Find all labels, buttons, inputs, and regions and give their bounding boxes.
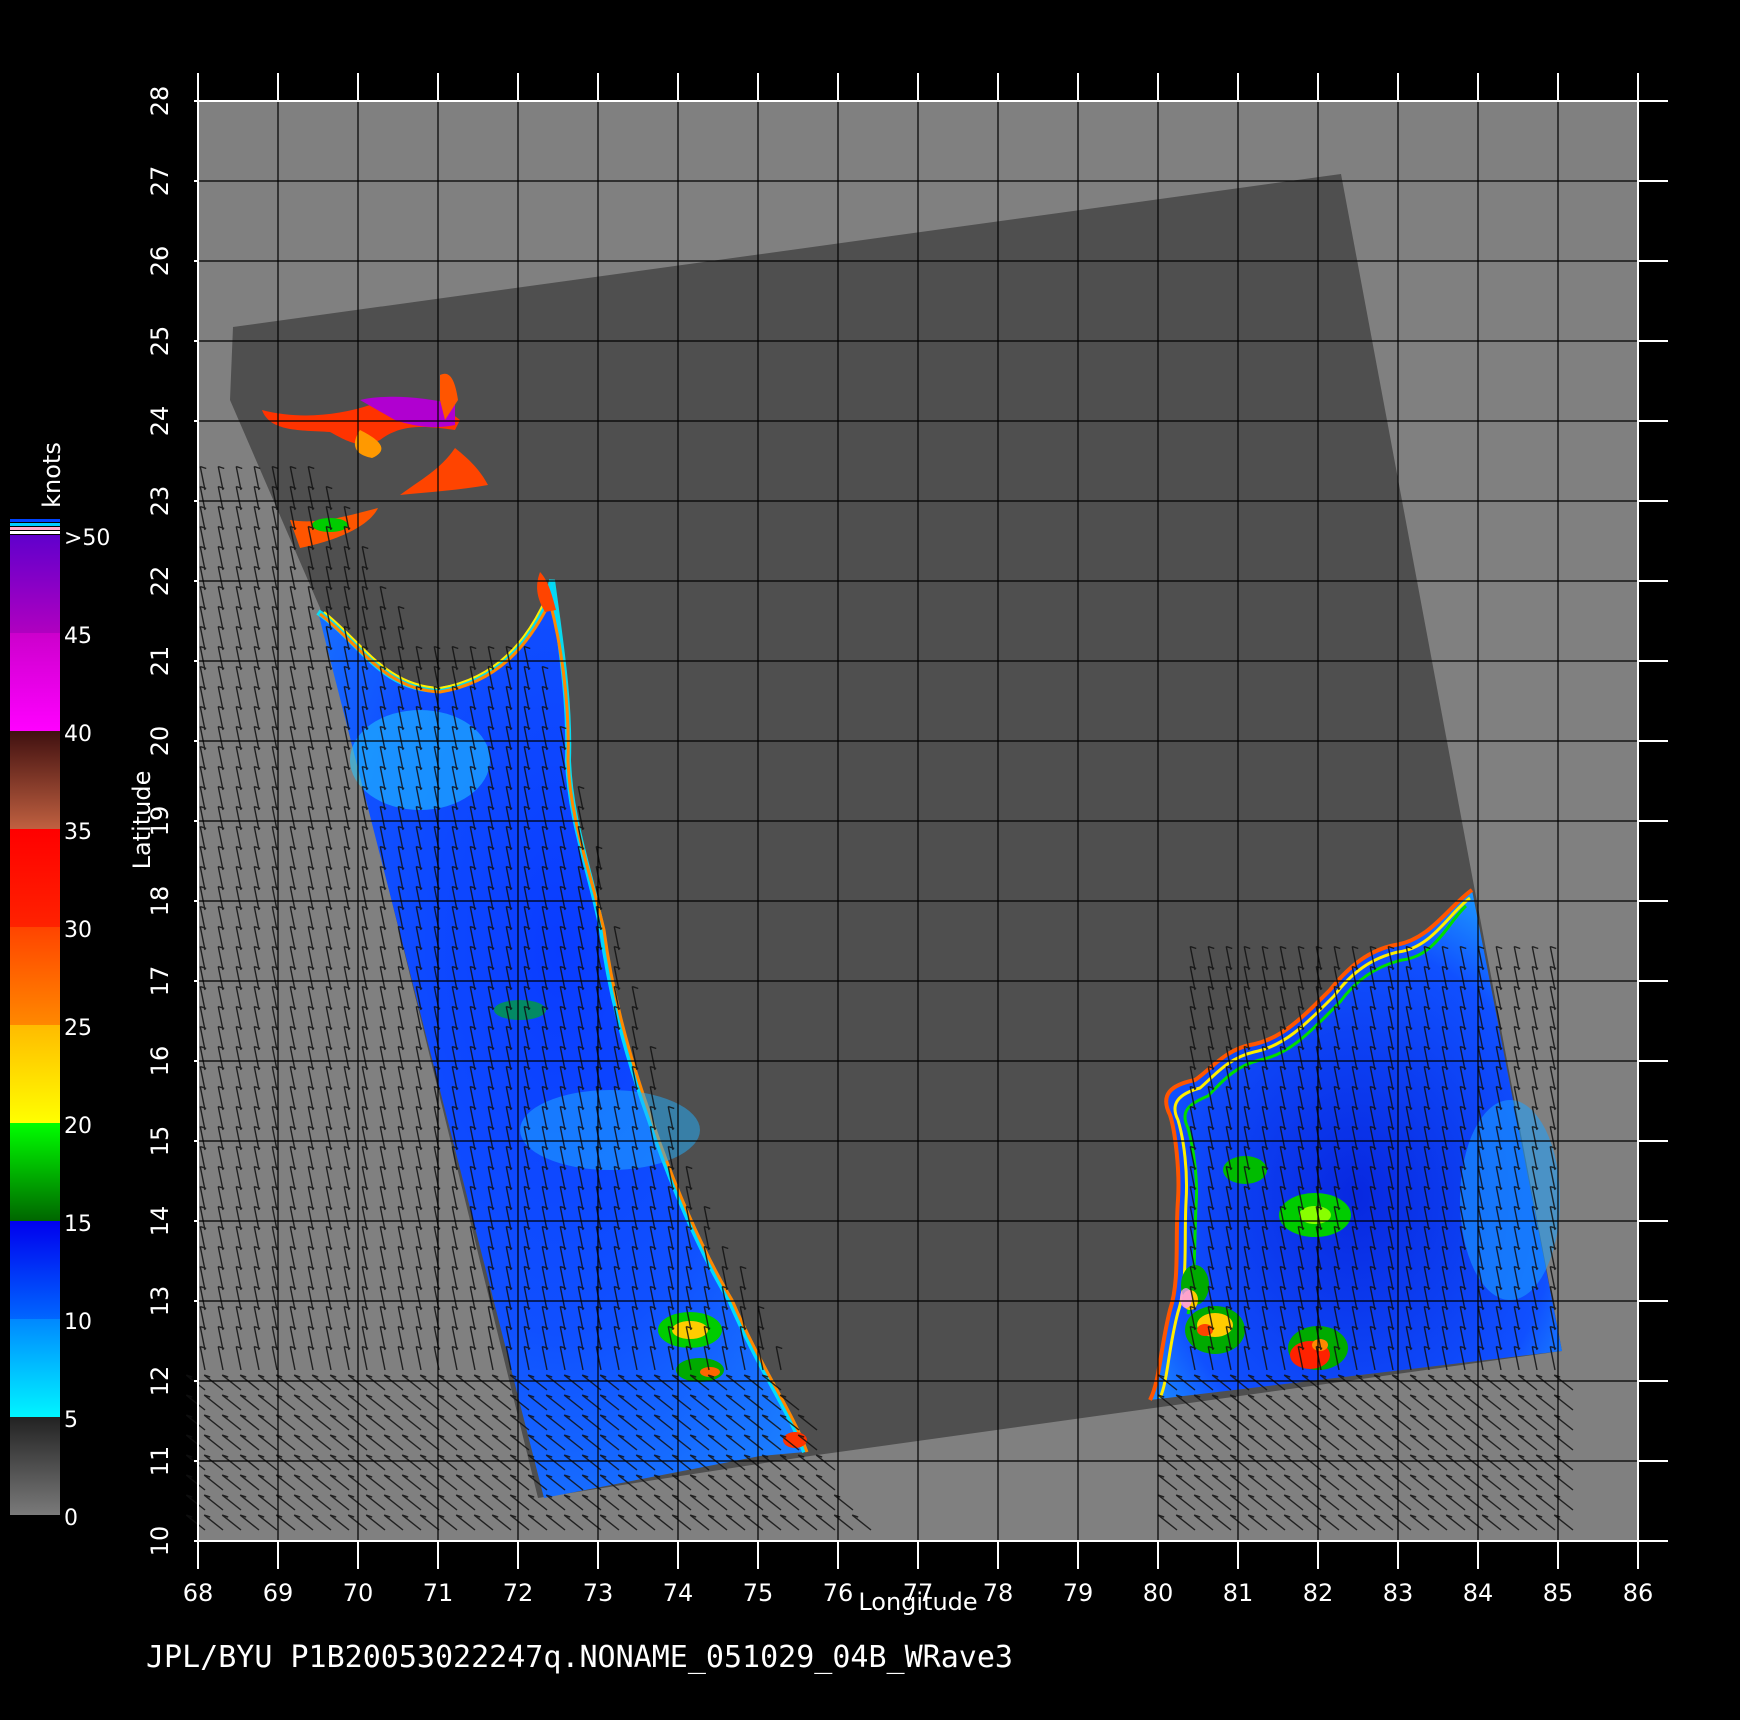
y-tick-label: 21 — [146, 646, 174, 677]
x-tick-label: 71 — [423, 1579, 454, 1607]
y-tick-label: 16 — [146, 1046, 174, 1077]
y-tick-label: 27 — [146, 166, 174, 197]
x-tick-label: 75 — [743, 1579, 774, 1607]
x-tick-label: 74 — [663, 1579, 694, 1607]
x-tick-label: 80 — [1143, 1579, 1174, 1607]
wind-barb-flag — [185, 1374, 193, 1378]
colorbar-overflow-stripe — [10, 519, 60, 522]
y-tick-label: 15 — [146, 1126, 174, 1157]
y-tick-label: 11 — [146, 1446, 174, 1477]
colorbar-label: 35 — [64, 820, 92, 845]
y-tick-label: 13 — [146, 1286, 174, 1317]
y-tick-label: 23 — [146, 486, 174, 517]
colorbar-segment — [10, 633, 60, 731]
wind-barb-flag — [185, 1514, 193, 1518]
y-tick-label: 18 — [146, 886, 174, 917]
colorbar-label: 30 — [64, 918, 92, 943]
x-tick-label: 83 — [1383, 1579, 1414, 1607]
colorbar-segment — [10, 535, 60, 633]
wind-barb-flag — [185, 1414, 193, 1418]
x-tick-label: 84 — [1463, 1579, 1494, 1607]
wind-barb-flag — [185, 1434, 193, 1438]
y-tick-label: 14 — [146, 1206, 174, 1237]
x-tick-label: 79 — [1063, 1579, 1094, 1607]
y-tick-label: 10 — [146, 1526, 174, 1557]
colorbar-overflow-stripe — [10, 527, 60, 530]
colorbar-segment — [10, 927, 60, 1025]
y-tick-label: 28 — [146, 86, 174, 117]
y-tick-label: 20 — [146, 726, 174, 757]
x-tick-label: 68 — [183, 1579, 214, 1607]
x-tick-label: 86 — [1623, 1579, 1654, 1607]
y-tick-label: 24 — [146, 406, 174, 437]
x-tick-label: 70 — [343, 1579, 374, 1607]
x-tick-label: 81 — [1223, 1579, 1254, 1607]
colorbar-segment — [10, 1123, 60, 1221]
y-axis-label: Latitude — [128, 771, 156, 870]
y-tick-label: 26 — [146, 246, 174, 277]
colorbar: 0 5 10 15 20 25 30 35 40 45 >50 — [10, 519, 110, 1531]
colorbar-label: 40 — [64, 722, 92, 747]
colorbar-label: 15 — [64, 1212, 92, 1237]
x-tick-label: 72 — [503, 1579, 534, 1607]
colorbar-segment — [10, 1221, 60, 1319]
colorbar-segment — [10, 1417, 60, 1515]
wind-barb-flag — [185, 1474, 193, 1478]
colorbar-overflow-stripe — [10, 523, 60, 526]
colorbar-label: 45 — [64, 624, 92, 649]
x-tick-label: 85 — [1543, 1579, 1574, 1607]
colorbar-label: 10 — [64, 1310, 92, 1335]
colorbar-segment — [10, 1319, 60, 1417]
colorbar-segment — [10, 731, 60, 829]
y-tick-label: 17 — [146, 966, 174, 997]
colorbar-overflow-stripe — [10, 531, 60, 534]
wind-barb-flag — [185, 1494, 193, 1498]
colorbar-label: 5 — [64, 1408, 78, 1433]
y-tick-label: 25 — [146, 326, 174, 357]
colorbar-label: 25 — [64, 1016, 92, 1041]
x-tick-label: 82 — [1303, 1579, 1334, 1607]
colorbar-label: 0 — [64, 1506, 78, 1531]
colorbar-segment — [10, 829, 60, 927]
wind-barb-flag — [185, 1454, 193, 1458]
colorbar-label: 20 — [64, 1114, 92, 1139]
x-tick-label: 69 — [263, 1579, 294, 1607]
colorbar-label: >50 — [64, 526, 110, 551]
x-tick-label: 78 — [983, 1579, 1014, 1607]
x-axis-label: Longitude — [858, 1588, 977, 1616]
colorbar-unit-label: knots — [38, 442, 66, 508]
x-tick-label: 73 — [583, 1579, 614, 1607]
wind-map-figure: 68 69 70 71 72 73 74 75 76 77 78 79 80 81 82 83 84 85 86 1… — [10, 73, 1668, 1616]
wind-barb-flag — [185, 1394, 193, 1398]
x-tick-label: 76 — [823, 1579, 854, 1607]
image-caption: JPL/BYU P1B20053022247q.NONAME_051029_04… — [146, 1640, 1013, 1675]
colorbar-segment — [10, 1025, 60, 1123]
y-tick-label: 12 — [146, 1366, 174, 1397]
y-tick-label: 22 — [146, 566, 174, 597]
